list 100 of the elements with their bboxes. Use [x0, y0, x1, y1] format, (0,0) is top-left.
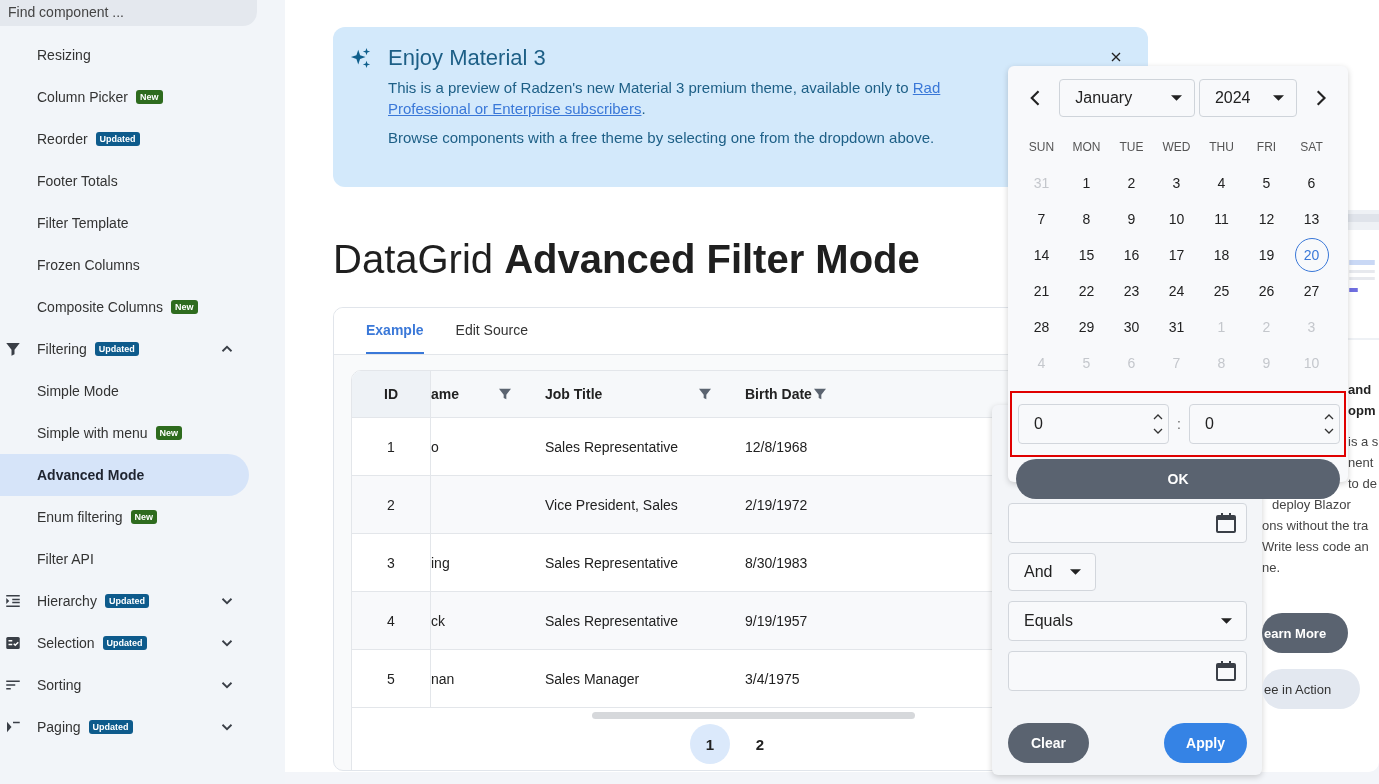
calendar-day[interactable]: 18: [1204, 238, 1239, 272]
calendar-day[interactable]: 14: [1024, 238, 1059, 272]
table-cell: 2/19/1972: [745, 496, 808, 513]
calendar-day[interactable]: 13: [1294, 202, 1329, 236]
nav-item[interactable]: Filter API: [0, 538, 249, 580]
nav-item[interactable]: Simple Mode: [0, 370, 249, 412]
subscribers-link[interactable]: Rad: [912, 79, 941, 96]
page-button[interactable]: 2: [740, 724, 780, 764]
calendar-day[interactable]: 16: [1114, 238, 1149, 272]
nav-item[interactable]: Column Picker New: [0, 76, 249, 118]
nav-label: Simple with menu: [37, 425, 148, 441]
aside-title: and: [1348, 381, 1372, 399]
calendar-day[interactable]: 30: [1114, 310, 1149, 344]
calendar-day[interactable]: 21: [1024, 274, 1059, 308]
search-field[interactable]: Find component ...: [0, 0, 257, 26]
calendar-day[interactable]: 26: [1249, 274, 1284, 308]
nav-group[interactable]: Selection Updated: [0, 622, 249, 664]
page-button[interactable]: 1: [690, 724, 730, 764]
scrollbar-thumb[interactable]: [592, 711, 915, 719]
table-cell: o: [431, 438, 439, 455]
calendar-day[interactable]: 2: [1114, 166, 1149, 200]
calendar-day[interactable]: 11: [1204, 202, 1239, 236]
status-badge: Updated: [104, 594, 149, 608]
spinner-icon[interactable]: [1324, 412, 1334, 436]
minute-field[interactable]: 0: [1188, 404, 1340, 444]
date-field[interactable]: [1008, 651, 1247, 691]
ok-button[interactable]: OK: [1016, 459, 1340, 499]
calendar-icon[interactable]: [1214, 659, 1238, 683]
nav-group[interactable]: Sorting: [0, 664, 249, 706]
calendar-day[interactable]: 31: [1159, 310, 1194, 344]
column-header[interactable]: ID: [384, 386, 398, 402]
filter-icon[interactable]: [697, 386, 713, 402]
calendar-day[interactable]: 15: [1069, 238, 1104, 272]
calendar-day[interactable]: 3: [1159, 166, 1194, 200]
calendar-day[interactable]: 12: [1249, 202, 1284, 236]
nav-item[interactable]: Advanced Mode: [0, 454, 249, 496]
column-header[interactable]: ame: [431, 386, 460, 402]
calendar-day[interactable]: 27: [1294, 274, 1329, 308]
calendar-day[interactable]: 10: [1159, 202, 1194, 236]
logic-dropdown[interactable]: And: [1008, 553, 1096, 591]
table-cell: ck: [431, 612, 445, 629]
column-header[interactable]: Birth Date: [745, 386, 812, 402]
spinner-icon[interactable]: [1153, 412, 1164, 436]
table-cell: 3/4/1975: [745, 670, 800, 687]
nav-group[interactable]: Paging Updated: [0, 706, 249, 748]
nav-item[interactable]: Filter Template: [0, 202, 249, 244]
nav-item[interactable]: Footer Totals: [0, 160, 249, 202]
nav-label: Composite Columns: [37, 299, 164, 315]
calendar-day[interactable]: 5: [1249, 166, 1284, 200]
calendar-day[interactable]: 8: [1069, 202, 1104, 236]
clear-button[interactable]: Clear: [1008, 723, 1089, 763]
tab[interactable]: Edit Source: [455, 308, 528, 354]
banner-note: Browse components with a free theme by selecting one from the dropdown above.: [388, 128, 936, 148]
calendar-day[interactable]: 1: [1069, 166, 1104, 200]
subscribers-link[interactable]: Professional or Enterprise subscribers: [388, 100, 642, 117]
nav-item[interactable]: Resizing: [0, 34, 249, 76]
calendar-day[interactable]: 6: [1294, 166, 1329, 200]
aside-text: Write less code an: [1262, 538, 1369, 556]
calendar-day[interactable]: 22: [1069, 274, 1104, 308]
calendar-day[interactable]: 19: [1249, 238, 1284, 272]
column-header[interactable]: Job Title: [545, 386, 603, 402]
filter-icon[interactable]: [497, 386, 513, 402]
calendar-day[interactable]: 28: [1024, 310, 1059, 344]
date-field[interactable]: [1008, 503, 1247, 543]
nav-item[interactable]: Composite Columns New: [0, 286, 249, 328]
calendar-day[interactable]: 25: [1204, 274, 1239, 308]
calendar-day[interactable]: 7: [1024, 202, 1059, 236]
nav-label: Hierarchy: [37, 593, 97, 609]
calendar-day[interactable]: 24: [1159, 274, 1194, 308]
see-in-action-button[interactable]: ee in Action: [1262, 669, 1360, 709]
indent-icon: [4, 592, 22, 610]
aside-text: deploy Blazor: [1272, 496, 1351, 514]
nav-item[interactable]: Enum filtering New: [0, 496, 249, 538]
table-cell: Sales Manager: [545, 670, 640, 687]
hour-field[interactable]: 0: [1018, 404, 1170, 444]
apply-button[interactable]: Apply: [1164, 723, 1247, 763]
nav-item[interactable]: Frozen Columns: [0, 244, 249, 286]
nav-group[interactable]: Filtering Updated: [0, 328, 249, 370]
year-dropdown[interactable]: 2024: [1198, 79, 1297, 117]
month-dropdown[interactable]: January: [1059, 79, 1195, 117]
tab[interactable]: Example: [366, 308, 424, 354]
caret-icon: [1170, 95, 1182, 101]
table-cell: ing: [431, 554, 450, 571]
aside-text: to de: [1348, 475, 1377, 493]
calendar-day[interactable]: 23: [1114, 274, 1149, 308]
nav-group[interactable]: Hierarchy Updated: [0, 580, 249, 622]
learn-more-button[interactable]: earn More: [1262, 613, 1348, 653]
calendar-day[interactable]: 9: [1114, 202, 1149, 236]
status-badge: Updated: [88, 720, 133, 734]
nav-label: Enum filtering: [37, 509, 123, 525]
nav-item[interactable]: Reorder Updated: [0, 118, 249, 160]
calendar-day[interactable]: 29: [1069, 310, 1104, 344]
table-cell: 8/30/1983: [745, 554, 808, 571]
nav-item[interactable]: Simple with menu New: [0, 412, 249, 454]
status-badge: Updated: [95, 132, 140, 146]
operator-dropdown[interactable]: Equals: [1008, 601, 1247, 641]
calendar-day[interactable]: 4: [1204, 166, 1239, 200]
weekday-label: THU: [1209, 140, 1234, 154]
calendar-icon[interactable]: [1214, 511, 1238, 535]
calendar-day[interactable]: 17: [1159, 238, 1194, 272]
